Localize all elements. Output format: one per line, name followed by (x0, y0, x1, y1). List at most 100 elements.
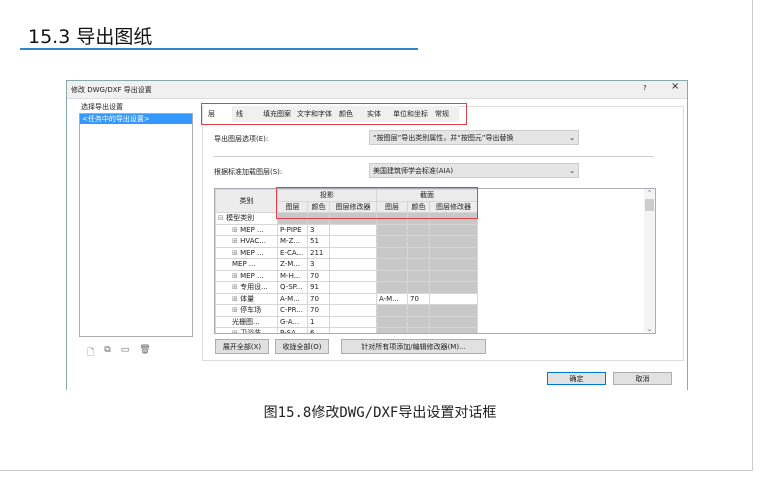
cut-layer-cell[interactable]: A-M... (376, 292, 409, 305)
table-row[interactable]: 光栅图... G-A... 1 (215, 315, 479, 328)
cut-modifier-cell[interactable] (429, 281, 479, 294)
proj-color-cell[interactable]: 70 (307, 304, 330, 317)
expand-toggle-icon[interactable]: ⊞ (232, 249, 238, 257)
table-row[interactable]: ⊞ MEP ... M-H... 70 (215, 269, 479, 282)
proj-color-cell[interactable]: 51 (307, 235, 330, 248)
cut-modifier-cell[interactable] (429, 327, 479, 333)
header-category[interactable]: 类别 (215, 189, 278, 213)
table-row[interactable]: ⊞ HVAC... M-Z... 51 (215, 235, 479, 248)
cut-color-cell[interactable] (407, 235, 431, 248)
proj-color-cell[interactable]: 91 (307, 281, 330, 294)
cut-color-cell[interactable] (407, 246, 431, 259)
copy-preset-icon[interactable]: ⧉ (104, 345, 110, 361)
table-row[interactable]: MEP ... Z-M... 3 (215, 258, 479, 271)
cut-color-cell[interactable] (407, 223, 431, 236)
proj-modifier-cell[interactable] (328, 292, 378, 305)
cut-modifier-cell[interactable] (429, 315, 479, 328)
proj-color-cell[interactable]: 6 (307, 327, 330, 333)
cut-layer-cell[interactable] (376, 269, 409, 282)
proj-modifier-cell[interactable] (328, 269, 378, 282)
cut-modifier-cell[interactable] (429, 223, 479, 236)
cut-layer-cell[interactable] (376, 315, 409, 328)
table-row[interactable]: ⊞ 专用设... Q-SP... 91 (215, 281, 479, 294)
table-row[interactable]: ⊞ MEP ... E-CA... 211 (215, 246, 479, 259)
proj-modifier-cell[interactable] (328, 304, 378, 317)
proj-layer-cell[interactable]: G-A... (277, 315, 308, 328)
proj-modifier-cell[interactable] (328, 223, 378, 236)
proj-layer-cell[interactable]: P-PIPE (277, 223, 308, 236)
proj-modifier-cell[interactable] (328, 281, 378, 294)
cut-color-cell[interactable] (407, 327, 431, 333)
proj-color-cell[interactable]: 70 (307, 269, 330, 282)
proj-modifier-cell[interactable] (328, 327, 378, 333)
proj-layer-cell[interactable]: M-Z... (277, 235, 308, 248)
cut-layer-cell[interactable] (376, 223, 409, 236)
proj-modifier-cell[interactable] (328, 246, 378, 259)
proj-layer-cell[interactable]: A-M... (277, 292, 308, 305)
cut-color-cell[interactable] (407, 304, 431, 317)
cut-modifier-cell[interactable] (429, 246, 479, 259)
cut-modifier-cell[interactable] (429, 258, 479, 271)
cut-layer-cell[interactable] (376, 258, 409, 271)
preset-item[interactable]: <任务中的导出设置> (80, 114, 192, 124)
edit-modifiers-button[interactable]: 针对所有项添加/编辑修改器(M)... (341, 339, 486, 354)
cut-layer-cell[interactable] (376, 235, 409, 248)
proj-layer-cell[interactable]: P-SA... (277, 327, 308, 333)
cut-layer-cell[interactable] (376, 304, 409, 317)
expand-toggle-icon[interactable]: ⊟ (218, 214, 224, 222)
help-button[interactable]: ? (643, 84, 647, 92)
table-row[interactable]: ⊞ 停车场 C-PR... 70 (215, 304, 479, 317)
cut-color-cell[interactable]: 70 (407, 292, 431, 305)
proj-color-cell[interactable]: 3 (307, 258, 330, 271)
expand-toggle-icon[interactable]: ⊞ (232, 306, 238, 314)
table-row[interactable]: ⊞ MEP ... P-PIPE 3 (215, 223, 479, 236)
cut-modifier-cell[interactable] (429, 269, 479, 282)
expand-toggle-icon[interactable]: ⊞ (232, 329, 238, 333)
scroll-thumb[interactable] (645, 199, 654, 211)
cut-modifier-cell[interactable] (429, 304, 479, 317)
standard-select[interactable]: 美国建筑师学会标准(AIA) ⌄ (369, 163, 579, 178)
proj-layer-cell[interactable]: Z-M... (277, 258, 308, 271)
table-row[interactable]: ⊞ 卫浴装... P-SA... 6 (215, 327, 479, 333)
proj-color-cell[interactable]: 70 (307, 292, 330, 305)
proj-color-cell[interactable]: 211 (307, 246, 330, 259)
rename-preset-icon[interactable]: ▭ (121, 345, 130, 361)
cut-color-cell[interactable] (407, 269, 431, 282)
cut-layer-cell[interactable] (376, 327, 409, 333)
cancel-button[interactable]: 取消 (613, 372, 672, 385)
proj-layer-cell[interactable]: Q-SP... (277, 281, 308, 294)
cut-color-cell[interactable] (407, 281, 431, 294)
export-layer-select[interactable]: “按图层”导出类别属性，并“按图元”导出替换 ⌄ (369, 130, 579, 145)
expand-toggle-icon[interactable]: ⊞ (232, 272, 238, 280)
cut-layer-cell[interactable] (376, 281, 409, 294)
proj-modifier-cell[interactable] (328, 315, 378, 328)
proj-modifier-cell[interactable] (328, 235, 378, 248)
expand-toggle-icon[interactable]: ⊞ (232, 226, 238, 234)
expand-all-button[interactable]: 展开全部(X) (215, 339, 269, 354)
proj-layer-cell[interactable]: C-PR... (277, 304, 308, 317)
new-preset-icon[interactable]: 🗋 (87, 345, 94, 361)
proj-layer-cell[interactable]: M-H... (277, 269, 308, 282)
proj-layer-cell[interactable]: E-CA... (277, 246, 308, 259)
close-button[interactable]: × (671, 81, 679, 92)
cut-modifier-cell[interactable] (429, 292, 479, 305)
collapse-all-button[interactable]: 收拢全部(O) (275, 339, 329, 354)
cut-color-cell[interactable] (407, 258, 431, 271)
proj-color-cell[interactable]: 1 (307, 315, 330, 328)
proj-modifier-cell[interactable] (328, 258, 378, 271)
expand-toggle-icon[interactable]: ⊞ (232, 295, 238, 303)
dialog-title: 修改 DWG/DXF 导出设置 (71, 86, 152, 94)
scroll-up-icon[interactable]: ⌃ (644, 189, 655, 197)
table-scrollbar[interactable]: ⌃ ⌄ (644, 189, 655, 333)
cut-layer-cell[interactable] (376, 246, 409, 259)
proj-color-cell[interactable]: 3 (307, 223, 330, 236)
cut-modifier-cell[interactable] (429, 235, 479, 248)
delete-preset-icon[interactable]: 🗑 (139, 345, 150, 361)
expand-toggle-icon[interactable]: ⊞ (232, 283, 238, 291)
cut-color-cell[interactable] (407, 315, 431, 328)
ok-button[interactable]: 确定 (547, 372, 606, 385)
preset-list[interactable]: <任务中的导出设置> (79, 113, 193, 337)
table-row[interactable]: ⊞ 体量 A-M... 70 A-M... 70 (215, 292, 479, 305)
expand-toggle-icon[interactable]: ⊞ (232, 237, 238, 245)
scroll-down-icon[interactable]: ⌄ (644, 325, 655, 333)
